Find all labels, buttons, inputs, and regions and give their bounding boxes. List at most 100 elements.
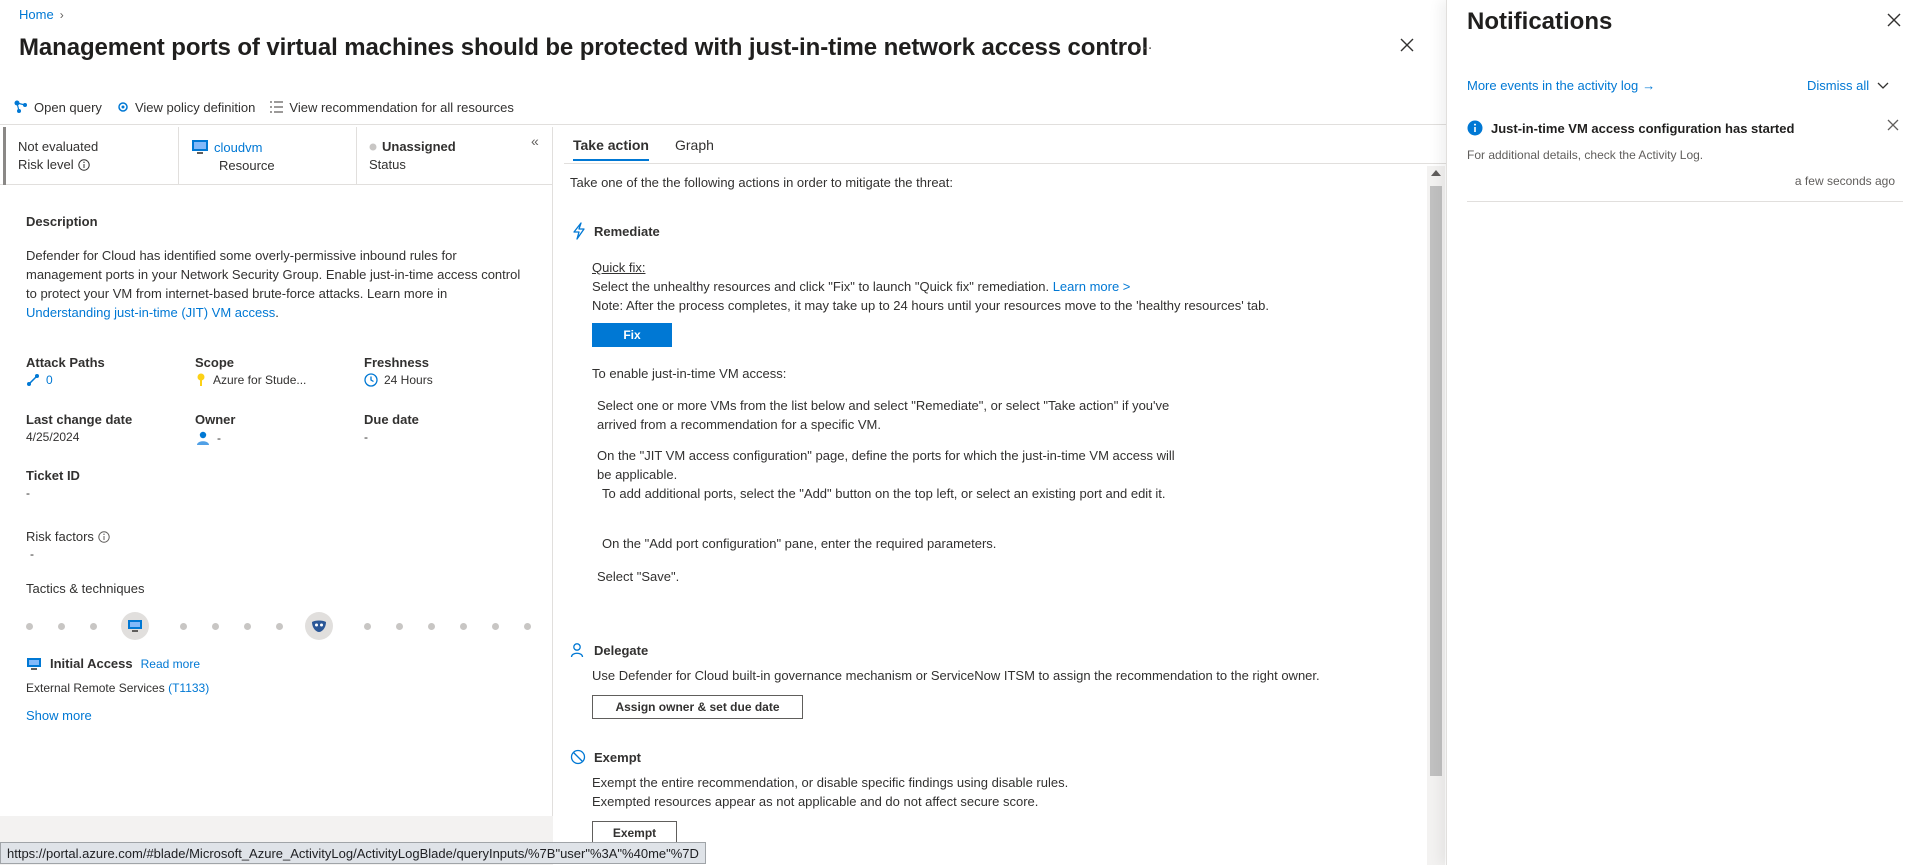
description-title: Description (26, 214, 98, 229)
ticket-id: Ticket ID - (26, 468, 80, 500)
scrollbar[interactable] (1427, 166, 1445, 865)
technique-id-link[interactable]: (T1133) (168, 681, 209, 695)
open-query-button[interactable]: Open query (13, 99, 102, 115)
jit-step-3: To add additional ports, select the "Add… (602, 486, 1166, 501)
notification-body: For additional details, check the Activi… (1467, 148, 1704, 162)
open-query-label: Open query (34, 99, 102, 115)
status-cell: Unassigned Status (356, 127, 534, 185)
fix-button[interactable]: Fix (592, 323, 672, 347)
view-all-label: View recommendation for all resources (289, 99, 514, 115)
risk-level-value: Not evaluated (18, 139, 99, 154)
attack-paths-count[interactable]: 0 (46, 373, 53, 387)
notifications-title: Notifications (1467, 8, 1613, 35)
activity-log-link[interactable]: More events in the activity log → (1467, 78, 1655, 93)
info-icon[interactable] (98, 530, 110, 543)
read-more-link[interactable]: Read more (141, 657, 200, 671)
jit-intro: To enable just-in-time VM access: (592, 366, 787, 381)
notification-title: Just-in-time VM access configuration has… (1491, 120, 1795, 136)
view-policy-button[interactable]: View policy definition (116, 99, 255, 115)
tactic-dot[interactable] (524, 623, 531, 630)
dismiss-all-button[interactable]: Dismiss all (1807, 78, 1889, 93)
view-all-resources-button[interactable]: View recommendation for all resources (269, 99, 514, 115)
tactic-dot[interactable] (90, 623, 97, 630)
chevron-down-icon (1877, 82, 1889, 90)
collapse-pane-icon[interactable]: « (531, 133, 539, 149)
status-label: Status (369, 157, 406, 172)
freshness: Freshness 24 Hours (364, 355, 433, 387)
tab-take-action[interactable]: Take action (573, 137, 649, 161)
details-pane: Not evaluated Risk level cloudvm Resourc… (0, 127, 553, 865)
risk-level-label: Risk level (18, 157, 74, 172)
description-text: Defender for Cloud has identified some o… (26, 248, 521, 320)
person-icon (570, 642, 586, 658)
quick-fix-label: Quick fix: (592, 260, 646, 275)
jit-access-link[interactable]: Understanding just-in-time (JIT) VM acce… (26, 305, 275, 320)
tactics-timeline (26, 612, 531, 640)
query-icon (13, 99, 29, 115)
mask-tactic-icon[interactable] (305, 612, 333, 640)
delegate-heading: Delegate (570, 642, 648, 658)
vm-icon (191, 139, 209, 155)
toolbar: Open query View policy definition View r… (13, 99, 514, 115)
jit-step-4: On the "Add port configuration" pane, en… (602, 536, 997, 551)
tab-graph[interactable]: Graph (675, 137, 714, 161)
tactic-dot[interactable] (212, 623, 219, 630)
initial-access-tactic-icon[interactable] (121, 612, 149, 640)
show-more-link[interactable]: Show more (26, 708, 92, 723)
breadcrumb-home[interactable]: Home (19, 7, 54, 22)
notification-item[interactable]: Just-in-time VM access configuration has… (1467, 114, 1903, 202)
delegate-text: Use Defender for Cloud built-in governan… (592, 668, 1320, 683)
tactic-dot[interactable] (428, 623, 435, 630)
freshness-value: 24 Hours (384, 373, 433, 387)
resource-link[interactable]: cloudvm (214, 140, 262, 155)
tab-list: Take action Graph (573, 137, 714, 161)
tactic-dot[interactable] (492, 623, 499, 630)
tactic-dot[interactable] (364, 623, 371, 630)
status-dot-icon (369, 143, 377, 151)
exempt-heading: Exempt (570, 749, 641, 765)
scroll-up-icon[interactable] (1431, 170, 1441, 176)
scope: Scope Azure for Stude... (195, 355, 307, 387)
tactic-dot[interactable] (58, 623, 65, 630)
owner-value: - (217, 431, 221, 445)
key-icon (195, 373, 207, 387)
risk-level-cell: Not evaluated Risk level (3, 127, 178, 185)
close-icon[interactable] (1887, 119, 1899, 131)
summary-strip: Not evaluated Risk level cloudvm Resourc… (0, 127, 553, 185)
breadcrumb: Home › (19, 7, 64, 22)
jit-step-2: On the "JIT VM access configuration" pag… (597, 448, 1175, 482)
tactic-dot[interactable] (396, 623, 403, 630)
resource-cell: cloudvm Resource (178, 127, 356, 185)
quick-fix-note: Note: After the process completes, it ma… (592, 298, 1269, 313)
tactic-dot[interactable] (460, 623, 467, 630)
jit-step-5: Select "Save". (597, 569, 680, 584)
info-icon (1467, 120, 1483, 136)
clock-icon (364, 373, 378, 387)
close-icon[interactable] (1400, 38, 1414, 52)
tactic-dot[interactable] (244, 623, 251, 630)
chevron-right-icon: › (59, 7, 64, 22)
info-icon[interactable] (77, 158, 90, 171)
tactic-dot[interactable] (276, 623, 283, 630)
tactic-dot[interactable] (180, 623, 187, 630)
attack-paths: Attack Paths 0 (26, 355, 105, 387)
jit-step-1: Select one or more VMs from the list bel… (597, 398, 1170, 432)
arrow-right-icon: → (1642, 78, 1656, 93)
exempt-line-2: Exempted resources appear as not applica… (592, 794, 1039, 809)
tactic-dot[interactable] (26, 623, 33, 630)
view-policy-label: View policy definition (134, 99, 256, 115)
header-divider (0, 124, 1446, 125)
close-icon[interactable] (1887, 13, 1901, 27)
tab-divider (564, 163, 1446, 164)
more-options-button[interactable]: ... (1137, 36, 1153, 54)
initial-access-label: Initial Access (50, 656, 133, 671)
vm-icon (26, 657, 42, 671)
quick-fix-line: Select the unhealthy resources and click… (592, 279, 1131, 294)
learn-more-link[interactable]: Learn more > (1053, 279, 1131, 294)
scroll-thumb[interactable] (1430, 186, 1442, 776)
risk-factors: Risk factors - (26, 529, 110, 561)
assign-owner-button[interactable]: Assign owner & set due date (592, 695, 803, 719)
exempt-line-1: Exempt the entire recommendation, or dis… (592, 775, 1069, 790)
tactics-title: Tactics & techniques (26, 581, 145, 596)
person-icon (195, 430, 211, 446)
